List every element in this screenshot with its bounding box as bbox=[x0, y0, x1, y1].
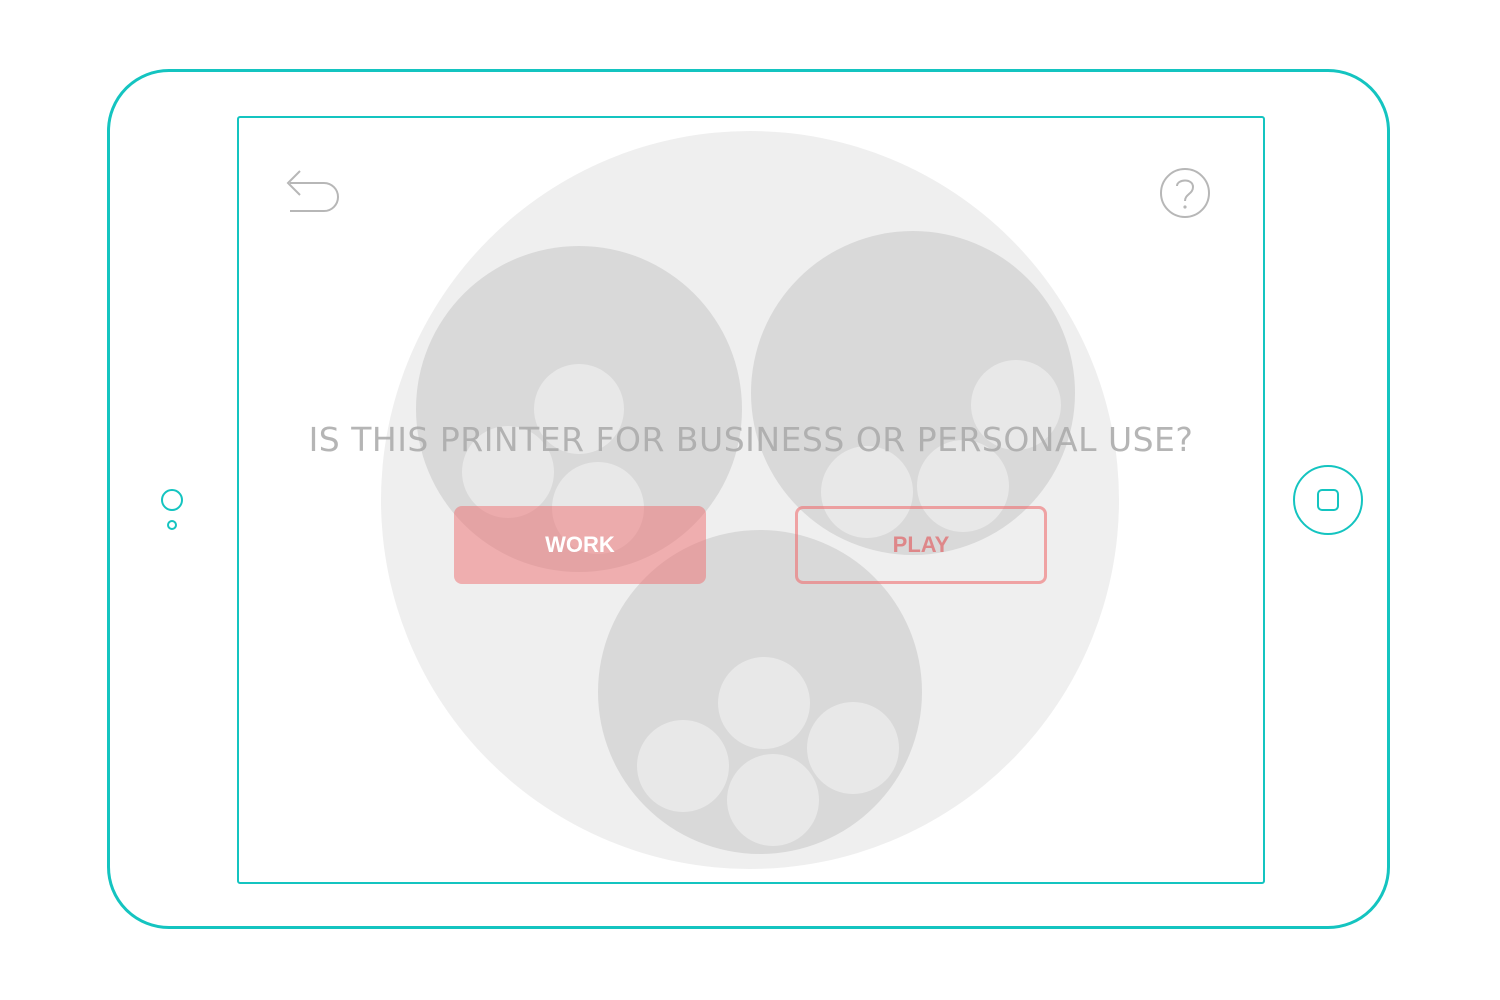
question-heading: IS THIS PRINTER FOR BUSINESS OR PERSONAL… bbox=[308, 420, 1194, 459]
front-camera-icon bbox=[161, 489, 183, 511]
question-mark-circle-icon[interactable] bbox=[1158, 166, 1212, 220]
overlay-item-circle bbox=[727, 754, 819, 846]
work-button[interactable]: WORK bbox=[454, 506, 706, 584]
home-button[interactable] bbox=[1293, 465, 1363, 535]
overlay-item-circle bbox=[718, 657, 810, 749]
home-button-icon bbox=[1317, 489, 1339, 511]
play-button[interactable]: PLAY bbox=[795, 506, 1047, 584]
overlay-item-circle bbox=[637, 720, 729, 812]
overlay-item-circle bbox=[807, 702, 899, 794]
back-arrow-icon[interactable] bbox=[284, 165, 342, 213]
camera-sensor-icon bbox=[167, 520, 177, 530]
page: IS THIS PRINTER FOR BUSINESS OR PERSONAL… bbox=[0, 0, 1500, 1000]
tablet-screen: IS THIS PRINTER FOR BUSINESS OR PERSONAL… bbox=[237, 116, 1265, 884]
